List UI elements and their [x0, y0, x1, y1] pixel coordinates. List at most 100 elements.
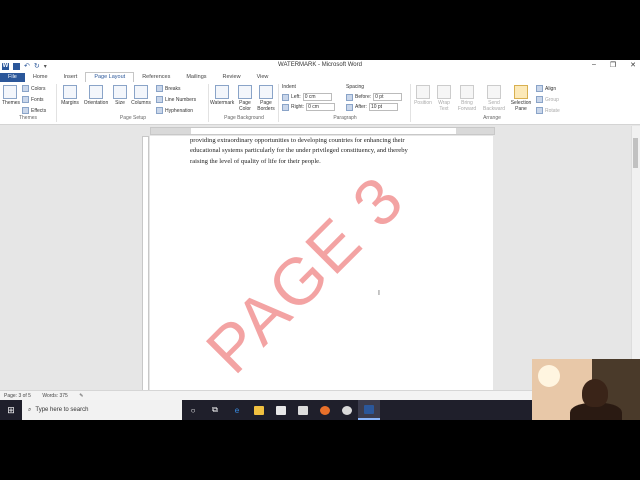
rotate-button[interactable]: Rotate — [536, 107, 560, 114]
colors-icon — [22, 85, 29, 92]
page-background-group-label: Page Background — [224, 115, 264, 121]
spacing-before: Before: 0 pt — [346, 93, 403, 101]
file-explorer-icon[interactable] — [248, 400, 270, 420]
restore-icon[interactable]: ❐ — [610, 61, 616, 69]
align-icon — [536, 85, 543, 92]
line-numbers-button[interactable]: Line Numbers — [156, 96, 196, 103]
tab-page-layout[interactable]: Page Layout — [85, 72, 135, 82]
watermark-icon — [215, 85, 229, 99]
search-placeholder: Type here to search — [35, 407, 89, 413]
tab-review[interactable]: Review — [215, 73, 249, 82]
page-setup-group-label: Page Setup — [119, 115, 147, 121]
indent-right-input[interactable]: 0 cm — [306, 103, 336, 111]
body-line: raising the level of quality of life for… — [190, 157, 321, 165]
bring-forward-icon — [460, 85, 474, 99]
hyphenation-button[interactable]: Hyphenation — [156, 107, 193, 114]
page-color-button[interactable]: Page Color — [235, 85, 255, 112]
proofing-icon[interactable]: ✎ — [79, 393, 83, 399]
orientation-icon — [89, 85, 103, 99]
indent-right-icon — [282, 103, 289, 111]
align-button[interactable]: Align — [536, 85, 556, 92]
ribbon-tabs: File Home Insert Page Layout References … — [0, 72, 640, 82]
window-title: WATERMARK - Microsoft Word — [278, 62, 362, 68]
i-beam-cursor-icon: I — [378, 290, 380, 297]
body-line: educational systems particularly for the… — [190, 147, 408, 155]
paragraph-group-label: Paragraph — [333, 115, 357, 121]
horizontal-ruler[interactable] — [150, 127, 495, 135]
position-button[interactable]: Position — [412, 85, 434, 106]
indent-left: Left: 0 cm — [282, 93, 332, 101]
ruler-right-margin — [456, 128, 494, 134]
task-view-icon[interactable]: ⧉ — [204, 400, 226, 420]
ribbon: Themes Colors Fonts Effects Themes Margi… — [0, 82, 640, 125]
page-count[interactable]: Page: 3 of 5 — [4, 393, 31, 399]
wrap-text-button[interactable]: Wrap Text — [434, 85, 454, 112]
chrome-icon[interactable] — [336, 400, 358, 420]
fonts-button[interactable]: Fonts — [22, 96, 44, 103]
send-backward-button[interactable]: Send Backward — [480, 85, 508, 112]
close-icon[interactable]: ✕ — [630, 61, 636, 69]
tab-view[interactable]: View — [249, 73, 277, 82]
hyphenation-icon — [156, 107, 163, 114]
line-numbers-icon — [156, 96, 163, 103]
vertical-scrollbar[interactable] — [631, 126, 640, 389]
spacing-before-icon — [346, 93, 353, 101]
watermark-button[interactable]: Watermark — [210, 85, 234, 106]
send-backward-icon — [487, 85, 501, 99]
tab-insert[interactable]: Insert — [56, 73, 86, 82]
spacing-before-input[interactable]: 0 pt — [373, 93, 403, 101]
orientation-button[interactable]: Orientation — [82, 85, 110, 106]
columns-button[interactable]: Columns — [130, 85, 152, 106]
spacing-after: After: 10 pt — [346, 103, 398, 111]
store-icon[interactable] — [270, 400, 292, 420]
firefox-icon[interactable] — [314, 400, 336, 420]
rotate-icon — [536, 107, 543, 114]
word-taskbar-icon[interactable] — [358, 400, 380, 420]
themes-group-label: Themes — [18, 115, 38, 121]
page-background-group: Watermark Page Color Page Borders Page B… — [210, 84, 279, 122]
vertical-ruler[interactable] — [142, 136, 149, 420]
selection-pane-button[interactable]: Selection Pane — [508, 85, 534, 112]
word-window: W ↶ ↻ ▾ WATERMARK - Microsoft Word – ❐ ✕… — [0, 60, 640, 420]
margins-button[interactable]: Margins — [60, 85, 80, 106]
bring-forward-button[interactable]: Bring Forward — [454, 85, 480, 112]
document-page[interactable]: PAGE 3 providing extraordinary opportuni… — [150, 136, 493, 404]
window-controls: – ❐ ✕ — [592, 61, 636, 69]
indent-left-icon — [282, 93, 289, 101]
word-count[interactable]: Words: 375 — [42, 393, 67, 399]
cortana-icon[interactable]: ○ — [182, 400, 204, 420]
tab-references[interactable]: References — [134, 73, 178, 82]
ruler-left-margin — [151, 128, 191, 134]
breaks-button[interactable]: Breaks — [156, 85, 181, 92]
taskbar-search[interactable]: ⌕ Type here to search — [22, 400, 182, 420]
edge-icon[interactable]: e — [226, 400, 248, 420]
size-button[interactable]: Size — [112, 85, 128, 106]
indent-heading: Indent — [282, 84, 296, 90]
document-body[interactable]: providing extraordinary opportunities to… — [190, 136, 455, 167]
effects-icon — [22, 107, 29, 114]
mail-icon[interactable] — [292, 400, 314, 420]
effects-button[interactable]: Effects — [22, 107, 46, 114]
indent-right: Right: 0 cm — [282, 103, 336, 111]
page-borders-icon — [259, 85, 273, 99]
tab-mailings[interactable]: Mailings — [178, 73, 214, 82]
spacing-heading: Spacing — [346, 84, 365, 90]
selection-pane-icon — [514, 85, 528, 99]
page-color-icon — [238, 85, 252, 99]
colors-button[interactable]: Colors — [22, 85, 45, 92]
indent-left-input[interactable]: 0 cm — [302, 93, 332, 101]
margins-icon — [63, 85, 77, 99]
themes-button[interactable]: Themes — [2, 85, 20, 106]
spacing-after-input[interactable]: 10 pt — [368, 103, 398, 111]
tab-home[interactable]: Home — [25, 73, 56, 82]
page-borders-button[interactable]: Page Borders — [256, 85, 276, 112]
minimize-icon[interactable]: – — [592, 61, 596, 69]
wrap-text-icon — [437, 85, 451, 99]
group-button[interactable]: Group — [536, 96, 559, 103]
breaks-icon — [156, 85, 163, 92]
body-line: providing extraordinary opportunities to… — [190, 137, 405, 144]
size-icon — [113, 85, 127, 99]
tab-file[interactable]: File — [0, 73, 25, 82]
scrollbar-thumb[interactable] — [633, 138, 638, 168]
windows-start-icon[interactable]: ⊞ — [0, 400, 22, 420]
